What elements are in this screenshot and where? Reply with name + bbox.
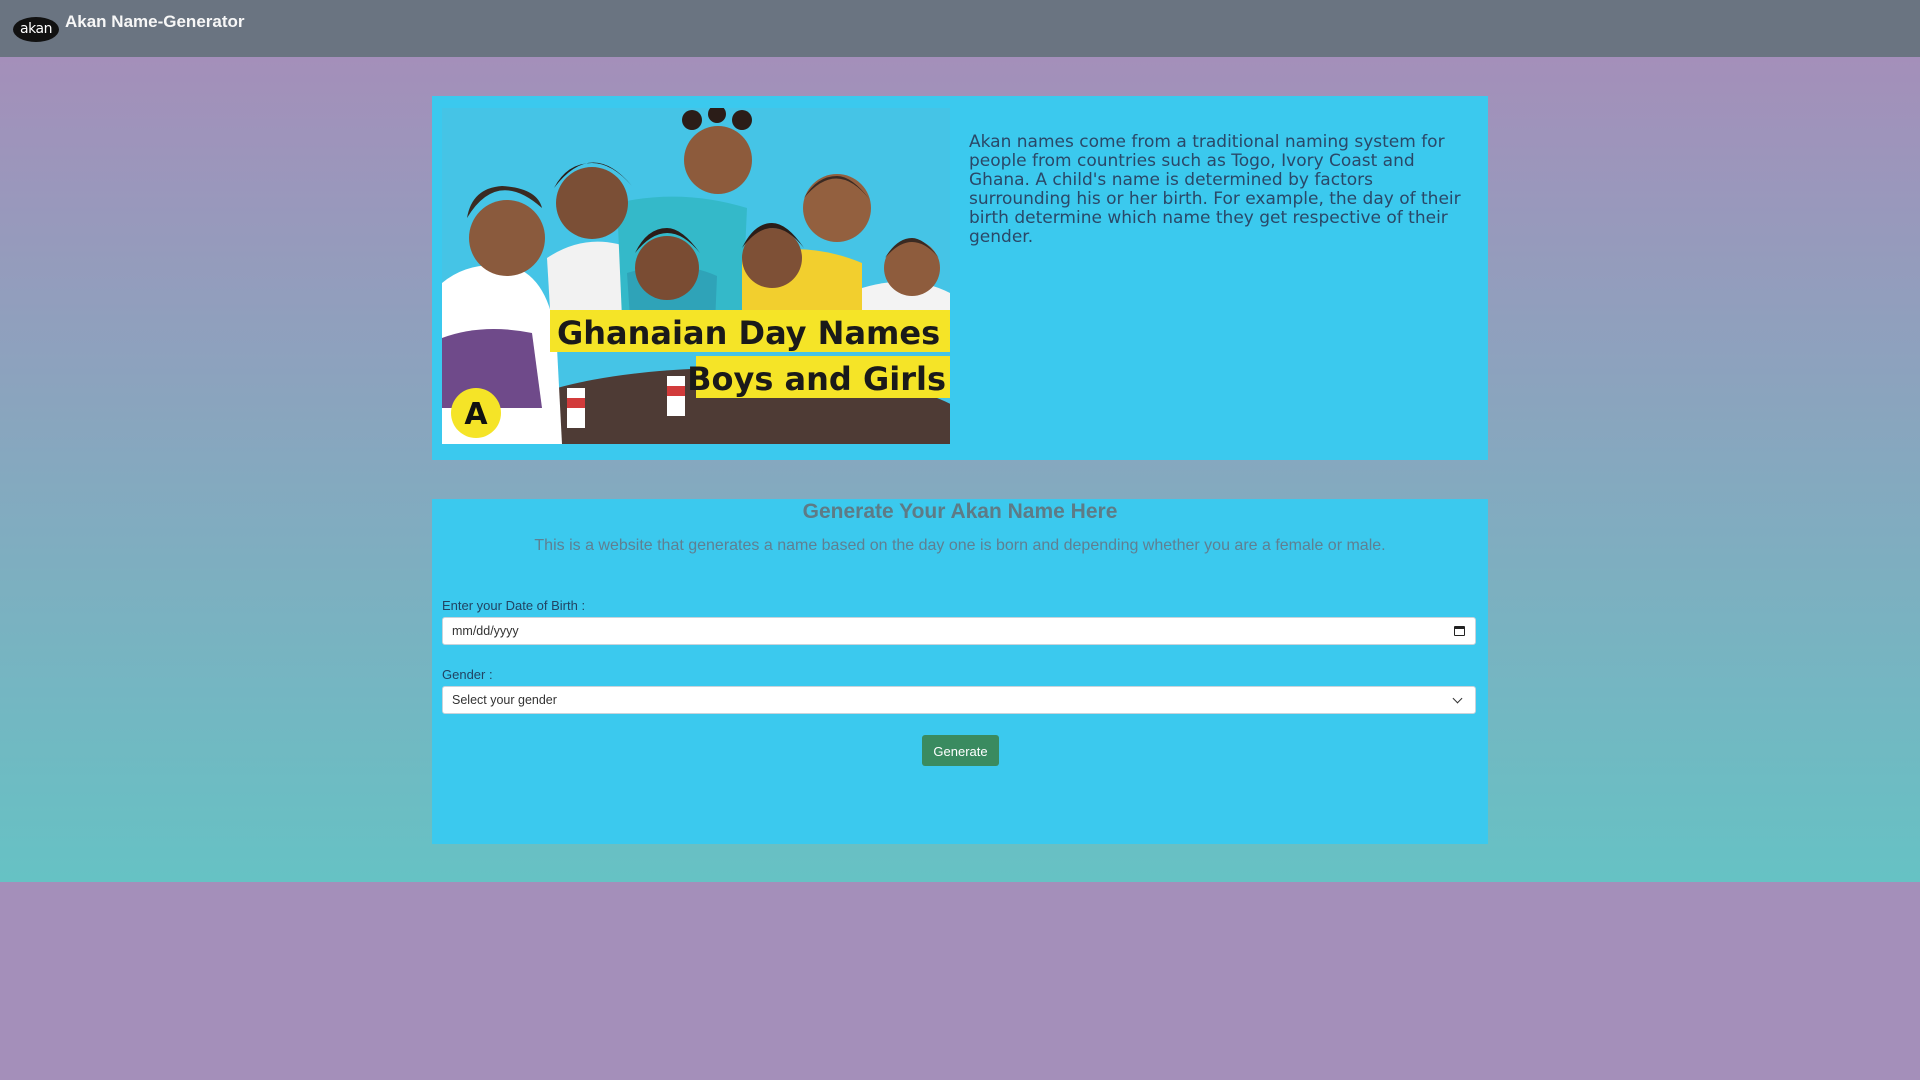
badge-letter: A xyxy=(464,397,488,432)
dob-label: Enter your Date of Birth : xyxy=(442,598,586,613)
chevron-down-icon[interactable] xyxy=(1452,693,1463,704)
banner-line2: Boys and Girls xyxy=(687,360,946,398)
dob-input[interactable]: mm/dd/yyyy xyxy=(442,617,1476,645)
brand-title[interactable]: Akan Name-Generator xyxy=(65,12,245,32)
gender-selected-value: Select your gender xyxy=(452,693,557,707)
gender-label: Gender : xyxy=(442,667,493,682)
dob-placeholder: mm/dd/yyyy xyxy=(452,624,519,638)
generator-card: Generate Your Akan Name Here This is a w… xyxy=(432,499,1488,844)
generator-title: Generate Your Akan Name Here xyxy=(802,500,1118,523)
navbar: akan Akan Name-Generator xyxy=(0,0,1920,57)
gender-select[interactable]: Select your gender xyxy=(442,686,1476,714)
generate-button[interactable]: Generate xyxy=(922,735,999,766)
akan-logo-icon[interactable]: akan xyxy=(13,17,59,42)
hero-card: Ghanaian Day Names - Boys and Girls A Ak… xyxy=(432,96,1488,460)
akan-description: Akan names come from a traditional namin… xyxy=(969,132,1461,247)
generator-subtitle: This is a website that generates a name … xyxy=(534,537,1386,554)
ghanaian-day-names-illustration: Ghanaian Day Names - Boys and Girls A xyxy=(442,108,950,444)
banner-line1: Ghanaian Day Names - xyxy=(557,314,950,352)
calendar-icon[interactable] xyxy=(1454,626,1465,636)
